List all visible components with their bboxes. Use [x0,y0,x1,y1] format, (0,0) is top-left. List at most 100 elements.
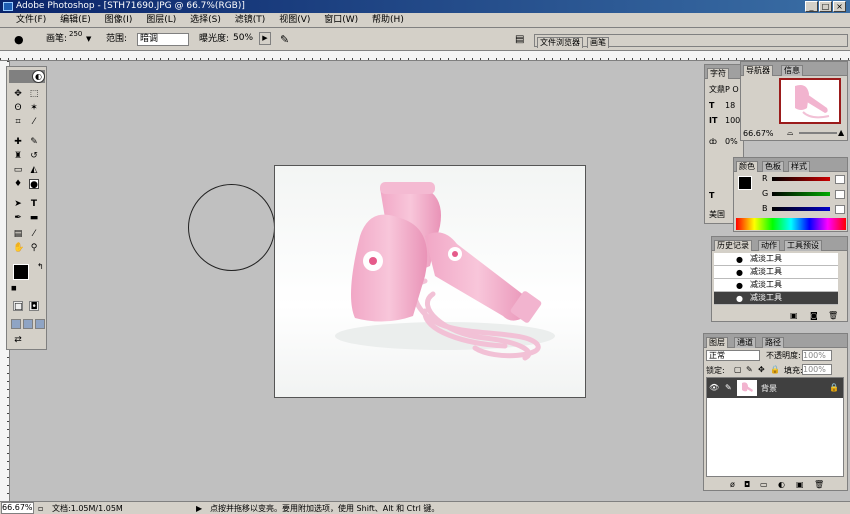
standard-screen-icon[interactable] [11,319,21,329]
dodge-tool-preset-icon[interactable]: ● [14,28,24,51]
faux-bold-icon[interactable]: T [709,191,714,200]
history-item[interactable]: 减淡工具 [714,279,838,292]
tab-file-browser[interactable]: 文件浏览器 [537,37,583,48]
minimize-button[interactable]: _ [805,1,818,12]
leading-value[interactable]: 100 [725,116,740,125]
tab-layers[interactable]: 图层 [706,337,728,348]
brush-tool-icon[interactable]: ✎ [29,137,39,147]
zoom-out-icon[interactable]: ⌓ [787,128,793,138]
lock-move-icon[interactable]: ✥ [758,365,765,374]
menu-layer[interactable]: 图层(L) [146,15,176,25]
r-slider[interactable] [772,177,830,181]
full-screen-icon[interactable] [35,319,45,329]
navigator-zoom[interactable]: 66.67% [743,129,774,138]
b-value[interactable] [835,205,845,214]
standard-mode-icon[interactable]: □ [13,301,23,312]
blend-mode-select[interactable]: 正常 [706,350,760,361]
default-colors-icon[interactable]: ◼ [11,284,17,292]
r-value[interactable] [835,175,845,184]
layer-style-icon[interactable]: ø [730,480,735,489]
lock-transparency-icon[interactable]: ▢ [734,365,742,374]
exposure-input[interactable]: 50% [231,33,259,46]
jump-to-imageready-icon[interactable]: ⇄ [13,335,23,345]
crop-tool-icon[interactable]: ⌗ [13,117,23,127]
pen-tool-icon[interactable]: ✒ [13,213,23,223]
g-value[interactable] [835,190,845,199]
brush-size[interactable]: 250 [69,23,82,46]
brush-dropdown-icon[interactable]: ▼ [86,28,91,51]
blur-tool-icon[interactable]: ♦ [13,179,23,189]
close-button[interactable]: × [833,1,846,12]
menu-file[interactable]: 文件(F) [16,15,46,25]
tab-actions[interactable]: 动作 [758,240,780,251]
layer-mask-icon[interactable]: ◘ [744,480,750,489]
magic-wand-icon[interactable]: ✶ [29,103,39,113]
document-canvas[interactable] [274,165,586,398]
tab-tool-presets[interactable]: 工具预设 [784,240,822,251]
layer-row-background[interactable]: 👁 ✎ 背景 🔒 [707,378,843,398]
menu-select[interactable]: 选择(S) [190,15,221,25]
zoom-in-icon[interactable]: ▲ [838,128,844,137]
type-tool-icon[interactable]: T [29,199,39,209]
toolbox-header[interactable]: ◐ [9,70,45,83]
adjustment-layer-icon[interactable]: ◐ [778,480,785,489]
lock-all-icon[interactable]: 🔒 [770,365,780,374]
color-ramp[interactable] [736,218,846,230]
tab-character[interactable]: 字符 [707,68,729,79]
lasso-tool-icon[interactable]: ʘ [13,103,23,113]
menu-image[interactable]: 图像(I) [105,15,133,25]
tab-color[interactable]: 颜色 [736,161,758,172]
visibility-eye-icon[interactable]: 👁 [709,383,719,392]
adobe-online-icon[interactable]: ◐ [32,70,45,83]
lock-paint-icon[interactable]: ✎ [746,365,753,374]
menu-window[interactable]: 窗口(W) [324,15,358,25]
history-item-selected[interactable]: 减淡工具 [714,292,838,305]
tab-paths[interactable]: 路径 [762,337,784,348]
tab-brushes[interactable]: 画笔 [587,37,609,48]
language-value[interactable]: 美国 [709,209,725,220]
menu-help[interactable]: 帮助(H) [372,15,404,25]
layer-name[interactable]: 背景 [761,383,777,394]
eyedropper-icon[interactable]: ⁄ [29,229,39,239]
navigator-thumbnail[interactable] [779,78,841,124]
color-foreground-swatch[interactable] [738,176,752,190]
notes-tool-icon[interactable]: ▤ [13,229,23,239]
hand-tool-icon[interactable]: ✋ [13,243,24,253]
foreground-color-swatch[interactable] [13,264,29,280]
clone-stamp-icon[interactable]: ♜ [13,151,23,161]
history-brush-icon[interactable]: ↺ [29,151,39,161]
maximize-button[interactable]: □ [819,1,832,12]
font-size-value[interactable]: 18 [725,101,735,110]
palette-well-icon[interactable]: ▤ [515,28,524,51]
new-layer-icon[interactable]: ▣ [796,480,804,489]
tab-styles[interactable]: 样式 [788,161,810,172]
history-item[interactable]: 减淡工具 [714,253,838,266]
path-select-icon[interactable]: ➤ [13,199,23,209]
marquee-tool-icon[interactable]: ⬚ [29,89,39,99]
range-select[interactable]: 暗调 [137,33,189,46]
paint-bucket-icon[interactable]: ◭ [29,165,39,175]
dodge-tool-icon[interactable]: ● [29,179,39,190]
menu-filter[interactable]: 滤镜(T) [235,15,266,25]
eraser-tool-icon[interactable]: ▭ [13,165,23,175]
move-tool-icon[interactable]: ✥ [13,89,23,99]
tab-swatches[interactable]: 色板 [762,161,784,172]
swap-colors-icon[interactable]: ↰ [37,262,44,271]
tab-history[interactable]: 历史记录 [714,240,752,251]
quick-mask-icon[interactable]: ◘ [29,301,39,312]
delete-layer-icon[interactable]: 🗑 [814,480,824,489]
tab-info[interactable]: 信息 [781,65,803,76]
fill-input[interactable]: 100% [802,364,832,375]
zoom-tool-icon[interactable]: ⚲ [29,243,39,253]
full-screen-menu-icon[interactable] [23,319,33,329]
b-slider[interactable] [772,207,830,211]
g-slider[interactable] [772,192,830,196]
zoom-slider[interactable] [799,132,837,134]
menu-view[interactable]: 视图(V) [279,15,310,25]
healing-brush-icon[interactable]: ✚ [13,137,23,147]
new-document-from-state-icon[interactable]: ▣ [790,311,798,320]
exposure-arrow-icon[interactable]: ▶ [259,32,271,45]
status-zoom[interactable]: 66.67% [1,502,34,514]
new-set-icon[interactable]: ▭ [760,480,768,489]
brush-link-icon[interactable]: ✎ [725,383,732,392]
